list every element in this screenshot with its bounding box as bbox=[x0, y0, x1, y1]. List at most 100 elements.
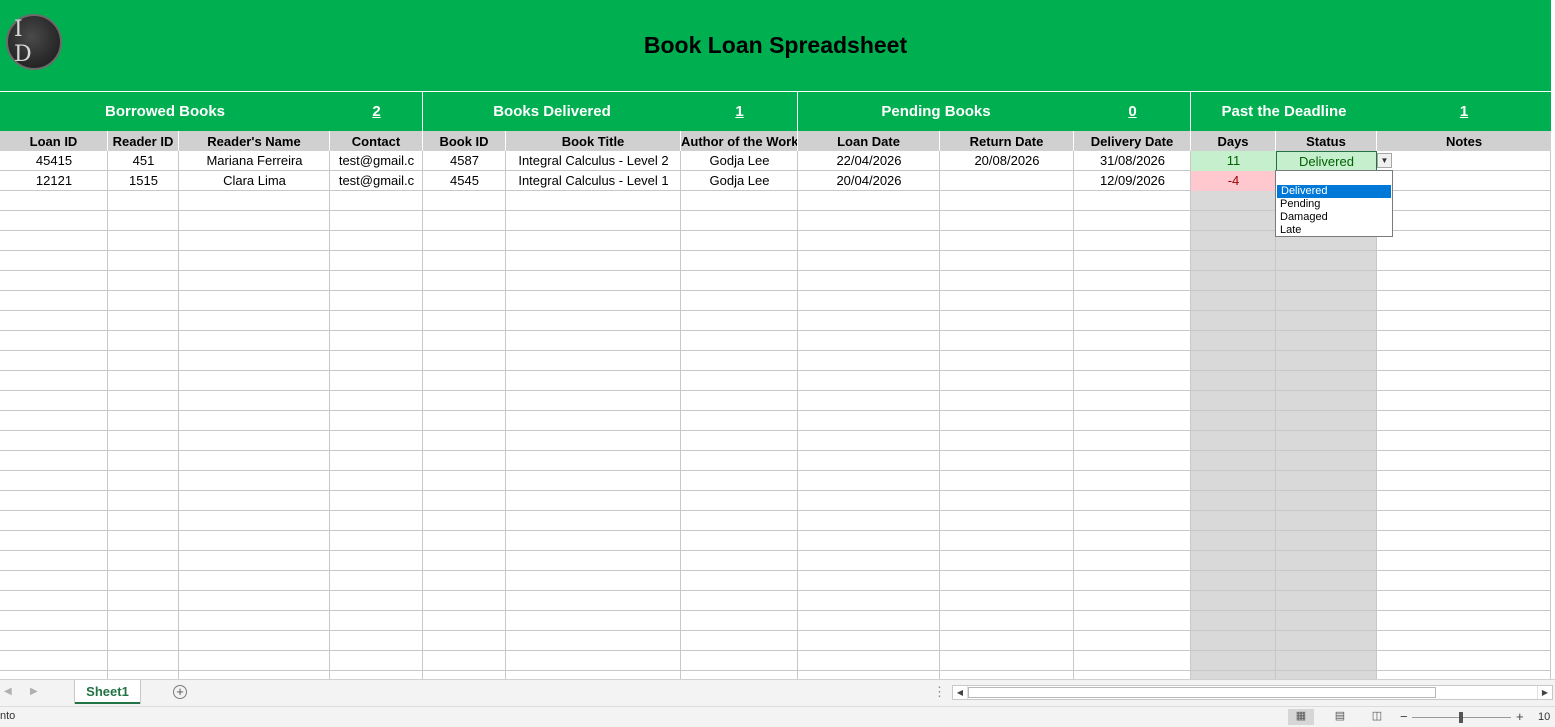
grid-horizontal-line bbox=[0, 270, 1551, 271]
cell-status-selected[interactable]: Delivered bbox=[1276, 151, 1377, 171]
col-header-notes[interactable]: Notes bbox=[1377, 131, 1551, 151]
cell-book-id[interactable]: 4545 bbox=[423, 171, 506, 191]
normal-view-icon[interactable]: ▦ bbox=[1288, 709, 1314, 725]
cell-author[interactable]: Godja Lee bbox=[681, 171, 798, 191]
summary-row: Borrowed Books 2 Books Delivered 1 Pendi… bbox=[0, 92, 1551, 131]
dropdown-option-delivered[interactable]: Delivered bbox=[1277, 185, 1391, 198]
zoom-out-icon[interactable]: − bbox=[1400, 709, 1408, 724]
grid-horizontal-line bbox=[0, 610, 1551, 611]
scroll-tabs-left-icon[interactable]: ◀ bbox=[4, 686, 12, 697]
cell-reader-name[interactable]: Mariana Ferreira bbox=[179, 151, 330, 171]
grid-horizontal-line bbox=[0, 470, 1551, 471]
col-header-delivery-date[interactable]: Delivery Date bbox=[1074, 131, 1191, 151]
splitter-dots-icon[interactable]: ⋮ bbox=[933, 684, 946, 700]
cell-reader-id[interactable]: 451 bbox=[108, 151, 179, 171]
summary-borrowed-books[interactable]: Borrowed Books 2 bbox=[0, 92, 423, 131]
status-mode-text: nto bbox=[0, 710, 16, 722]
zoom-slider-thumb[interactable] bbox=[1459, 712, 1463, 723]
scroll-right-icon[interactable]: ▶ bbox=[1537, 686, 1552, 699]
col-header-book-id[interactable]: Book ID bbox=[423, 131, 506, 151]
cell-delivery-date[interactable]: 31/08/2026 bbox=[1074, 151, 1191, 171]
grid-horizontal-line bbox=[0, 450, 1551, 451]
cell-loan-date[interactable]: 20/04/2026 bbox=[798, 171, 940, 191]
dropdown-option-late[interactable]: Late bbox=[1276, 224, 1392, 237]
page-title[interactable]: Book Loan Spreadsheet bbox=[0, 0, 1551, 91]
grid-horizontal-line bbox=[0, 550, 1551, 551]
scroll-tabs-right-icon[interactable]: ▶ bbox=[30, 686, 38, 697]
summary-label: Pending Books bbox=[881, 103, 991, 120]
summary-value: 2 bbox=[372, 103, 381, 120]
grid-horizontal-line bbox=[0, 350, 1551, 351]
cell-reader-id[interactable]: 1515 bbox=[108, 171, 179, 191]
cell-loan-id[interactable]: 12121 bbox=[0, 171, 108, 191]
cell-return-date[interactable] bbox=[940, 171, 1074, 191]
cell-days[interactable]: -4 bbox=[1191, 171, 1276, 191]
scrollbar-thumb[interactable] bbox=[968, 687, 1436, 698]
summary-value: 1 bbox=[735, 103, 744, 120]
summary-books-delivered[interactable]: Books Delivered 1 bbox=[423, 92, 798, 131]
spreadsheet-grid[interactable]: 45415 451 Mariana Ferreira test@gmail.c … bbox=[0, 151, 1551, 679]
col-header-loan-id[interactable]: Loan ID bbox=[0, 131, 108, 151]
zoom-level[interactable]: 10 bbox=[1538, 711, 1550, 723]
summary-label: Past the Deadline bbox=[1221, 103, 1347, 120]
grid-horizontal-line bbox=[0, 630, 1551, 631]
col-header-days[interactable]: Days bbox=[1191, 131, 1276, 151]
dropdown-option-pending[interactable]: Pending bbox=[1276, 198, 1392, 211]
cell-reader-name[interactable]: Clara Lima bbox=[179, 171, 330, 191]
status-bar: nto ▦ ▤ ◫ − + 10 bbox=[0, 706, 1555, 727]
col-header-book-title[interactable]: Book Title bbox=[506, 131, 681, 151]
col-header-reader-name[interactable]: Reader's Name bbox=[179, 131, 330, 151]
horizontal-scrollbar[interactable]: ◀ ▶ bbox=[952, 685, 1553, 700]
col-header-status[interactable]: Status bbox=[1276, 131, 1377, 151]
chevron-down-icon: ▼ bbox=[1380, 156, 1389, 165]
status-dropdown-list[interactable]: Delivered Pending Damaged Late bbox=[1275, 170, 1393, 237]
summary-value: 0 bbox=[1128, 103, 1137, 120]
col-header-reader-id[interactable]: Reader ID bbox=[108, 131, 179, 151]
page-break-view-icon[interactable]: ◫ bbox=[1364, 709, 1390, 725]
summary-past-deadline[interactable]: Past the Deadline 1 bbox=[1191, 92, 1551, 131]
col-header-contact[interactable]: Contact bbox=[330, 131, 423, 151]
grid-horizontal-line bbox=[0, 370, 1551, 371]
summary-pending-books[interactable]: Pending Books 0 bbox=[798, 92, 1191, 131]
cell-book-title[interactable]: Integral Calculus - Level 2 bbox=[506, 151, 681, 171]
grid-horizontal-line bbox=[0, 650, 1551, 651]
cell-book-id[interactable]: 4587 bbox=[423, 151, 506, 171]
cell-contact[interactable]: test@gmail.c bbox=[330, 151, 423, 171]
cell-return-date[interactable]: 20/08/2026 bbox=[940, 151, 1074, 171]
cell-days[interactable]: 11 bbox=[1191, 151, 1276, 171]
col-header-return-date[interactable]: Return Date bbox=[940, 131, 1074, 151]
scroll-left-icon[interactable]: ◀ bbox=[953, 686, 968, 699]
summary-label: Borrowed Books bbox=[104, 103, 225, 120]
cell-author[interactable]: Godja Lee bbox=[681, 151, 798, 171]
dropdown-option-damaged[interactable]: Damaged bbox=[1276, 211, 1392, 224]
grid-horizontal-line bbox=[0, 570, 1551, 571]
grid-horizontal-line bbox=[0, 430, 1551, 431]
cell-delivery-date[interactable]: 12/09/2026 bbox=[1074, 171, 1191, 191]
zoom-in-icon[interactable]: + bbox=[1516, 709, 1524, 724]
column-header-row: Loan ID Reader ID Reader's Name Contact … bbox=[0, 131, 1551, 151]
col-header-loan-date[interactable]: Loan Date bbox=[798, 131, 940, 151]
grid-horizontal-line bbox=[0, 330, 1551, 331]
dropdown-arrow-button[interactable]: ▼ bbox=[1377, 153, 1392, 168]
grid-horizontal-line bbox=[0, 390, 1551, 391]
page-layout-view-icon[interactable]: ▤ bbox=[1327, 709, 1353, 725]
summary-label: Books Delivered bbox=[493, 103, 611, 120]
sheet-tab-active[interactable]: Sheet1 bbox=[75, 680, 140, 704]
cell-contact[interactable]: test@gmail.c bbox=[330, 171, 423, 191]
grid-horizontal-line bbox=[0, 510, 1551, 511]
grid-horizontal-line bbox=[0, 670, 1551, 671]
col-header-author[interactable]: Author of the Work bbox=[681, 131, 798, 151]
days-status-shading bbox=[1191, 191, 1377, 679]
grid-horizontal-line bbox=[0, 410, 1551, 411]
cell-loan-date[interactable]: 22/04/2026 bbox=[798, 151, 940, 171]
header-banner: I D Book Loan Spreadsheet bbox=[0, 0, 1551, 92]
sheet-tab-bar: ◀ ▶ Sheet1 + ⋮ ◀ ▶ bbox=[0, 679, 1555, 706]
grid-horizontal-line bbox=[0, 590, 1551, 591]
plus-circle-icon[interactable]: + bbox=[173, 685, 187, 699]
grid-horizontal-line bbox=[0, 530, 1551, 531]
grid-horizontal-line bbox=[0, 490, 1551, 491]
cell-loan-id[interactable]: 45415 bbox=[0, 151, 108, 171]
summary-value: 1 bbox=[1459, 103, 1469, 120]
cell-book-title[interactable]: Integral Calculus - Level 1 bbox=[506, 171, 681, 191]
grid-horizontal-line bbox=[0, 290, 1551, 291]
